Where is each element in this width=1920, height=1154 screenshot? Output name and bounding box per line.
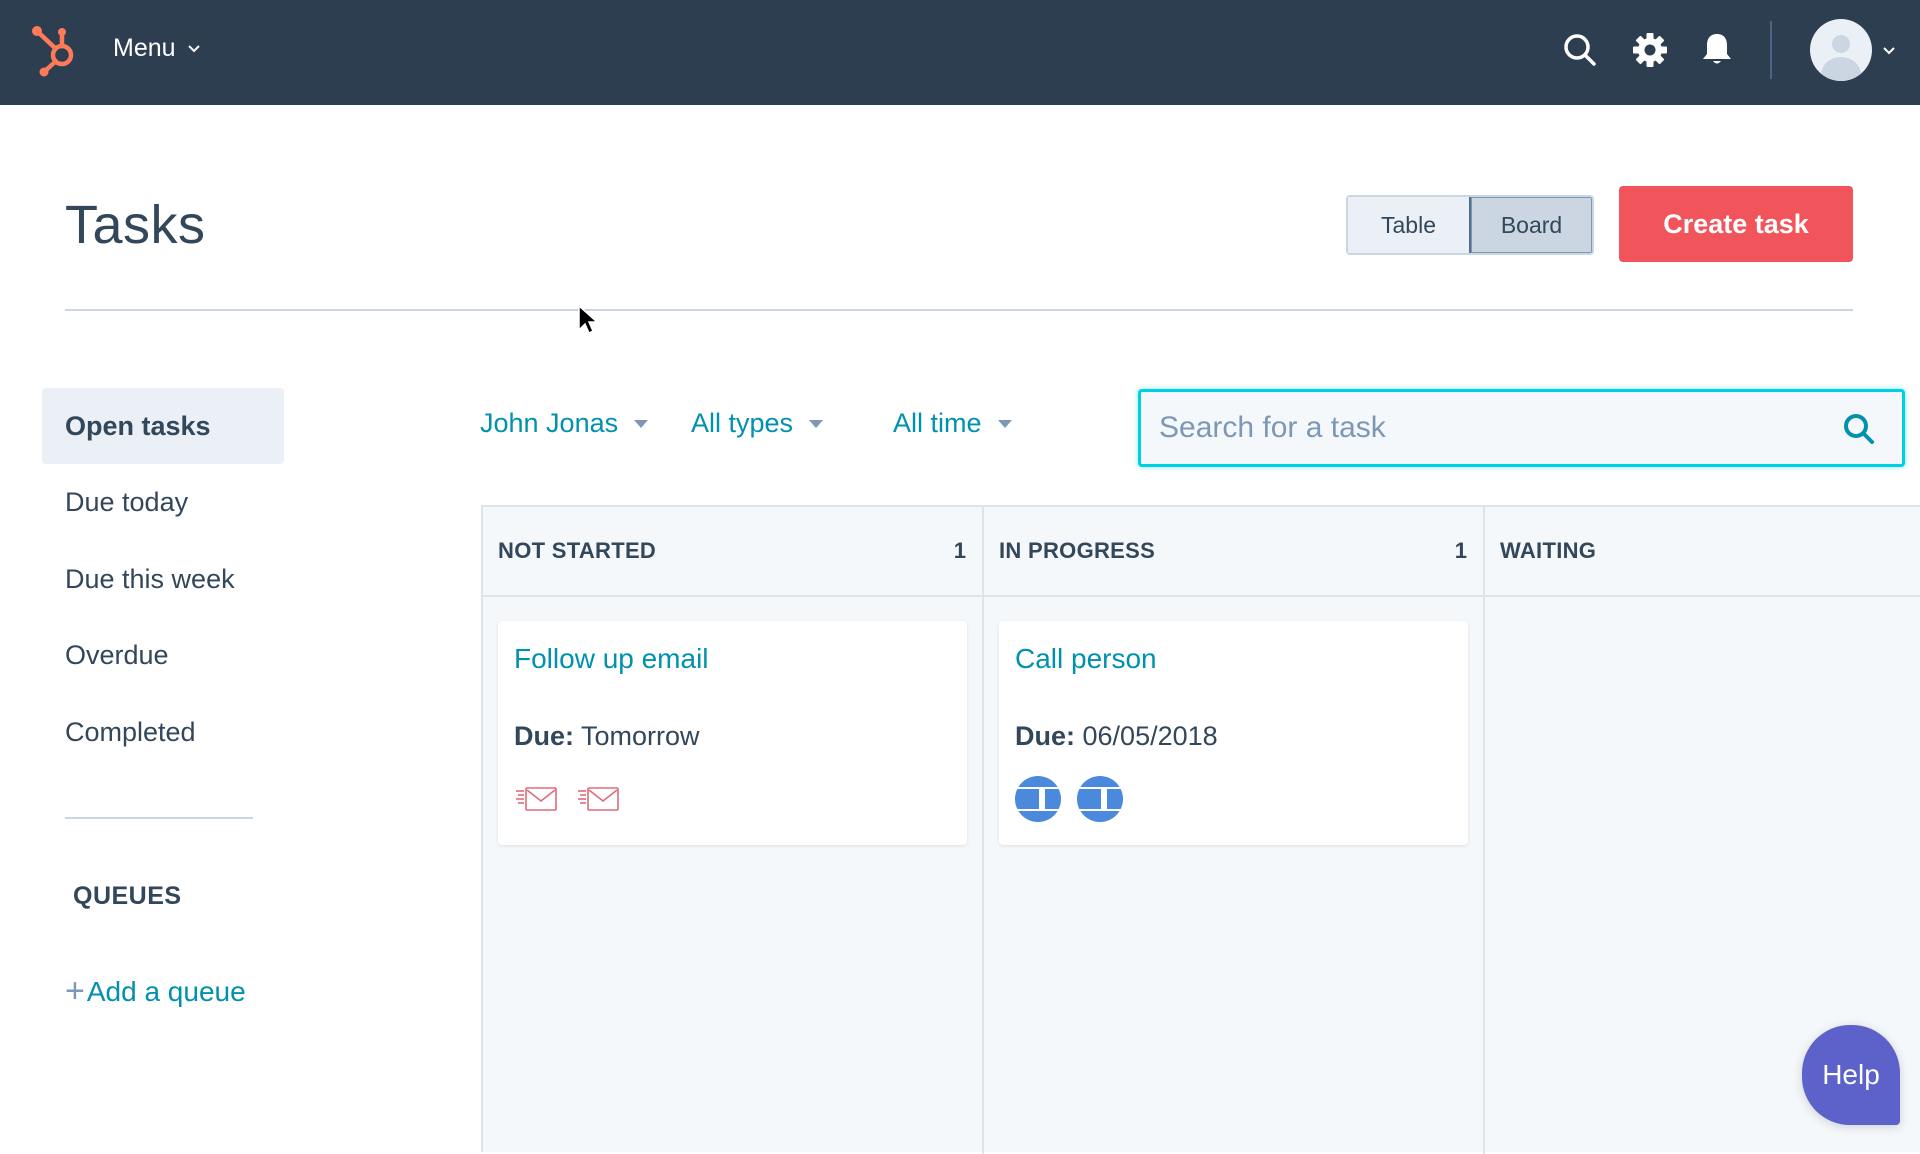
main-menu-button[interactable]: Menu xyxy=(113,34,202,63)
top-navigation-bar: Menu xyxy=(0,0,1920,105)
task-title-link[interactable]: Call person xyxy=(1015,643,1157,675)
due-value: Tomorrow xyxy=(581,721,700,751)
caret-down-icon xyxy=(997,419,1012,428)
search-icon[interactable] xyxy=(1560,30,1600,70)
column-title: IN PROGRESS xyxy=(999,538,1156,563)
email-icon xyxy=(516,787,557,811)
task-card[interactable]: Call person Due: 06/05/2018 xyxy=(999,621,1468,845)
type-filter-dropdown[interactable]: All types xyxy=(691,408,824,439)
help-button[interactable]: Help xyxy=(1802,1025,1900,1125)
task-icons xyxy=(514,776,622,822)
due-label: Due: xyxy=(514,721,574,751)
owner-filter-value: John Jonas xyxy=(480,408,619,438)
column-header: NOT STARTED 1 xyxy=(483,507,982,597)
board-column-in-progress: IN PROGRESS 1 Call person Due: 06/05/201… xyxy=(984,507,1485,1154)
mouse-cursor-icon xyxy=(578,304,599,335)
column-count: 1 xyxy=(953,538,966,563)
view-toggle: Table Board xyxy=(1346,195,1594,255)
task-icons xyxy=(1015,776,1123,822)
plus-icon: + xyxy=(65,972,85,1010)
sidebar-divider xyxy=(65,817,253,819)
task-card[interactable]: Follow up email Due: Tomorrow xyxy=(498,621,967,845)
header-divider xyxy=(65,309,1853,311)
queues-heading: QUEUES xyxy=(73,882,182,910)
task-due-date: Due: Tomorrow xyxy=(514,721,700,752)
menu-label: Menu xyxy=(113,34,176,62)
column-title: NOT STARTED xyxy=(498,538,657,563)
bell-icon[interactable] xyxy=(1697,30,1737,70)
owner-filter-dropdown[interactable]: John Jonas xyxy=(480,408,649,439)
user-silhouette-icon xyxy=(1821,35,1861,81)
task-search-box xyxy=(1138,389,1905,467)
gear-icon[interactable] xyxy=(1630,30,1670,70)
search-icon[interactable] xyxy=(1842,412,1876,446)
account-chevron-down-icon[interactable] xyxy=(1881,43,1897,59)
column-title: WAITING xyxy=(1500,538,1597,563)
in-progress-icon xyxy=(1077,776,1123,822)
sidebar-item-due-this-week[interactable]: Due this week xyxy=(42,541,284,617)
in-progress-icon xyxy=(1015,776,1061,822)
type-filter-value: All types xyxy=(691,408,794,438)
board-view-button[interactable]: Board xyxy=(1469,197,1592,253)
table-view-button[interactable]: Table xyxy=(1348,197,1469,253)
column-header: WAITING xyxy=(1485,507,1920,597)
add-queue-link[interactable]: + Add a queue xyxy=(65,972,246,1011)
sidebar-item-open-tasks[interactable]: Open tasks xyxy=(42,388,284,464)
create-task-button[interactable]: Create task xyxy=(1619,186,1853,262)
task-title-link[interactable]: Follow up email xyxy=(514,643,709,675)
topbar-divider xyxy=(1770,21,1772,79)
column-count: 1 xyxy=(1454,538,1467,563)
page-title: Tasks xyxy=(65,195,206,255)
user-avatar[interactable] xyxy=(1810,19,1872,81)
add-queue-label: Add a queue xyxy=(86,975,246,1007)
due-label: Due: xyxy=(1015,721,1075,751)
time-filter-dropdown[interactable]: All time xyxy=(893,408,1012,439)
sidebar-item-overdue[interactable]: Overdue xyxy=(42,617,284,693)
task-board: NOT STARTED 1 Follow up email Due: Tomor… xyxy=(481,505,1920,1154)
task-search-input[interactable] xyxy=(1159,392,1799,464)
chevron-down-icon xyxy=(187,44,200,52)
sidebar-item-due-today[interactable]: Due today xyxy=(42,464,284,540)
caret-down-icon xyxy=(634,419,649,428)
column-header: IN PROGRESS 1 xyxy=(984,507,1483,597)
caret-down-icon xyxy=(809,419,824,428)
task-due-date: Due: 06/05/2018 xyxy=(1015,721,1218,752)
hubspot-logo[interactable] xyxy=(28,22,84,78)
board-column-not-started: NOT STARTED 1 Follow up email Due: Tomor… xyxy=(483,507,984,1154)
email-icon xyxy=(578,787,619,811)
sidebar-item-completed[interactable]: Completed xyxy=(42,694,284,770)
due-value: 06/05/2018 xyxy=(1082,721,1218,751)
time-filter-value: All time xyxy=(893,408,982,438)
